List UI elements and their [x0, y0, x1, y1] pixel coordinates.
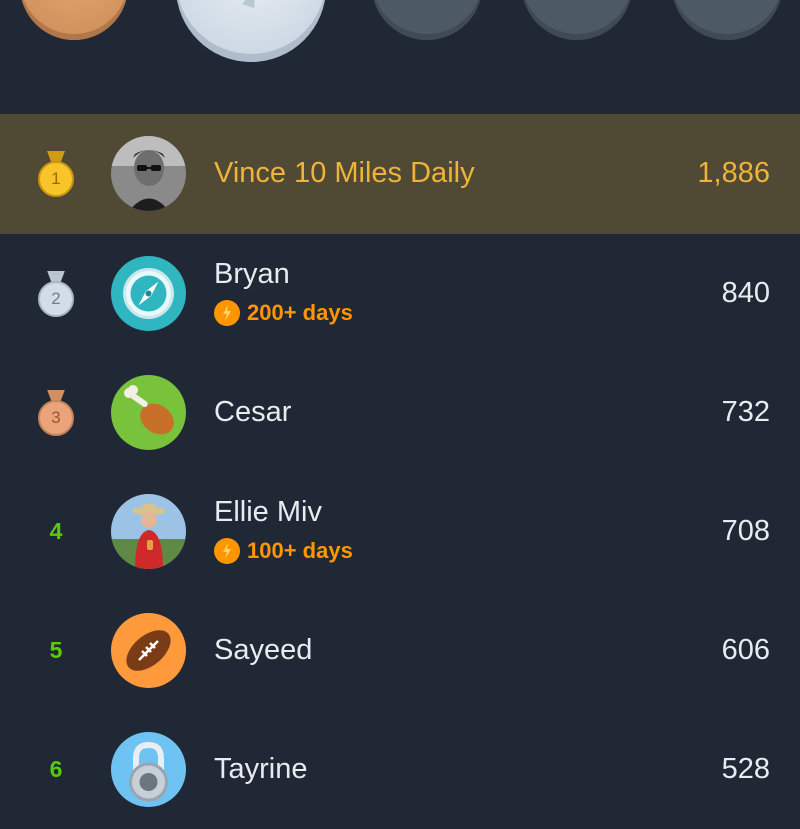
user-name: Cesar	[214, 396, 292, 428]
rank-number: 1	[38, 161, 74, 197]
rank-cell: 5	[49, 637, 63, 663]
leaderboard-row[interactable]: 3 Cesar 732	[0, 353, 800, 472]
gold-medal-icon: 1	[38, 151, 74, 197]
locked-league-badge-icon[interactable]	[372, 0, 482, 40]
padlock-icon	[111, 732, 186, 807]
leaderboard-row-current-user[interactable]: 1 Vince 10 Miles Daily 1,886	[0, 114, 800, 234]
user-photo-avatar	[111, 136, 186, 211]
leaderboard-row[interactable]: 5 Sayeed 606	[0, 591, 800, 710]
rank-number: 3	[38, 399, 74, 436]
user-name: Vince 10 Miles Daily	[214, 157, 475, 189]
fire-icon	[214, 538, 240, 564]
rank-cell: 2	[30, 234, 82, 353]
xp-value: 732	[721, 396, 770, 428]
leaderboard-row[interactable]: 2 Bryan 200+ days 840	[0, 234, 800, 353]
user-name: Sayeed	[214, 634, 313, 666]
streak-badge: 200+ days	[214, 300, 353, 326]
xp-value: 708	[721, 515, 770, 547]
football-icon	[111, 613, 186, 688]
xp-value: 528	[721, 753, 770, 785]
rank-number: 2	[38, 280, 74, 317]
locked-league-badge-icon[interactable]	[672, 0, 782, 40]
rank-cell: 4	[49, 518, 63, 544]
silver-league-emblem-icon	[242, 0, 255, 8]
xp-value: 606	[721, 634, 770, 666]
drumstick-icon	[111, 375, 186, 450]
avatar[interactable]	[111, 613, 186, 688]
user-name: Tayrine	[214, 753, 308, 785]
xp-value: 1,886	[697, 157, 770, 189]
avatar[interactable]	[111, 256, 186, 331]
avatar[interactable]	[111, 375, 186, 450]
user-photo-avatar	[111, 494, 186, 569]
leaderboard-row[interactable]: 4 Ellie Miv 100+ days 708	[0, 472, 800, 591]
xp-value: 840	[721, 277, 770, 309]
user-name: Ellie Miv	[214, 496, 322, 528]
streak-label: 100+ days	[247, 538, 353, 563]
leaderboard-list: 1 Vince 10 Miles Daily 1,886 2 Bryan 200…	[0, 114, 800, 829]
streak-badge: 100+ days	[214, 538, 353, 564]
silver-league-badge-icon[interactable]	[176, 0, 326, 62]
silver-medal-icon: 2	[38, 270, 74, 317]
bronze-medal-icon: 3	[38, 389, 74, 436]
rank-cell: 1	[30, 114, 82, 234]
league-badges-strip	[0, 0, 800, 114]
leaderboard-row[interactable]: 6 Tayrine 528	[0, 710, 800, 829]
avatar[interactable]	[111, 136, 186, 211]
fire-icon	[214, 300, 240, 326]
streak-label: 200+ days	[247, 300, 353, 325]
locked-league-badge-icon[interactable]	[522, 0, 632, 40]
bronze-league-badge-icon[interactable]	[20, 0, 128, 40]
rank-cell: 3	[30, 353, 82, 472]
avatar[interactable]	[111, 494, 186, 569]
rank-cell: 6	[49, 756, 63, 782]
compass-icon	[111, 256, 186, 331]
user-name: Bryan	[214, 258, 290, 290]
avatar[interactable]	[111, 732, 186, 807]
